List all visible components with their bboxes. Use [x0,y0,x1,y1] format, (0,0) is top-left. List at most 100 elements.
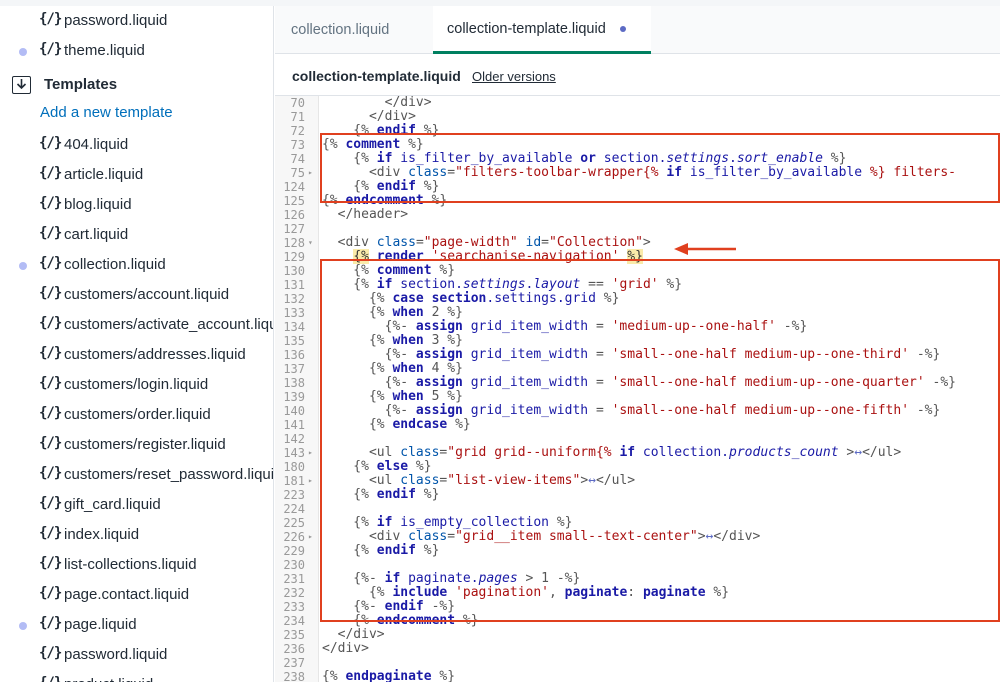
code-token: "list-view-items" [447,473,581,488]
line-number: 137 [283,362,305,376]
line-number: 238 [283,670,305,682]
file-item[interactable]: {/}product.liquid [0,670,273,682]
line-number: 231 [283,572,305,586]
code-text: {% comment %} [322,138,424,152]
fold-arrow-icon[interactable]: ▾ [308,236,313,250]
code-text: {%- assign grid_item_width = 'medium-up-… [322,320,808,334]
code-line: 224 [275,502,1000,516]
file-item[interactable]: {/} theme.liquid [0,36,273,66]
code-line: 129 {% render 'searchanise-navigation' %… [275,249,1000,264]
code-text: </div> [322,110,416,124]
code-token: class [376,235,416,250]
line-number: 134 [283,320,305,334]
code-token: 'pagination' [455,585,549,600]
file-item[interactable]: {/} collection.liquid [0,250,273,280]
code-token: = [541,235,549,250]
folder-templates[interactable]: Templates [0,70,273,100]
file-item[interactable]: {/} 404.liquid [0,130,273,160]
line-number: 75 [290,166,305,180]
line-number: 70 [290,96,305,110]
code-line: 229 {% endif %} [275,544,1000,559]
fold-arrow-icon[interactable]: ▸ [308,166,313,180]
fold-arrow-icon[interactable]: ▸ [308,474,313,488]
code-text: {% else %} [322,459,432,474]
code-text: {% render 'searchanise-navigation' %} [322,249,643,264]
add-template-link[interactable]: Add a new template [40,104,173,121]
code-token: > 1 -%} [517,571,581,586]
code-token: class [400,473,440,488]
file-item[interactable]: {/} list-collections.liquid [0,550,273,580]
file-item[interactable]: {/} customers/order.liquid [0,400,273,430]
code-token: %} [400,137,424,152]
tab-collection[interactable]: collection.liquid [291,6,389,54]
code-line: 237 [275,656,1000,670]
file-item[interactable]: {/} customers/reset_password.liquid [0,460,273,490]
code-token: <ul [322,445,401,460]
code-line: 234 {% endcomment %} [275,614,1000,629]
older-versions-link[interactable]: Older versions [472,69,556,84]
file-name: customers/order.liquid [64,406,211,423]
tab-label: collection.liquid [291,22,390,38]
code-area[interactable]: 70 </div> 71 </div> 72 {% endif %} 73 {% com… [275,96,1000,682]
code-token: grid_item_width [462,403,589,418]
code-line: 181 ▸ <ul class="list-view-items">↔</ul> [275,473,1000,489]
code-token: layout [533,277,581,292]
code-text: </div> [322,628,385,642]
file-item[interactable]: {/} page.liquid [0,610,273,640]
code-line: 75 ▸ <div class="filters-toolbar-wrapper{… [275,165,1000,181]
file-item[interactable]: {/} customers/register.liquid [0,430,273,460]
code-line: 70 </div> [275,96,1000,110]
code-line: 231 {%- if paginate.pages > 1 -%} [275,571,1000,587]
file-item[interactable]: {/} customers/login.liquid [0,370,273,400]
code-text: {% when 2 %} [322,306,463,320]
file-name: customers/addresses.liquid [64,346,246,363]
file-item[interactable]: {/} page.contact.liquid [0,580,273,610]
code-token: %} [415,123,440,138]
code-line: 233 {%- endif -%} [275,599,1000,615]
code-line: 136 {%- assign grid_item_width = 'small-… [275,348,1000,363]
code-text: <div class="grid__item small--text-cente… [322,530,760,544]
file-item[interactable]: {/} article.liquid [0,160,273,190]
line-number: 126 [283,208,305,222]
line-number: 234 [283,614,305,628]
line-number: 237 [283,656,305,670]
file-item[interactable]: {/} customers/addresses.liquid [0,340,273,370]
code-line: 132 {% case section.settings.grid %} [275,292,1000,307]
code-token: > [642,235,651,250]
tab-collection-template[interactable]: collection-template.liquid [433,6,651,54]
code-token: {% [322,515,377,530]
file-item[interactable]: {/} customers/activate_account.liquid [0,310,273,340]
file-item[interactable]: {/} blog.liquid [0,190,273,220]
code-text: {% include 'pagination', paginate: pagin… [322,586,729,600]
fold-arrow-icon[interactable]: ▸ [308,446,313,460]
code-token: {% [353,249,369,264]
file-item[interactable]: {/} gift_card.liquid [0,490,273,520]
code-token: comment [376,263,432,278]
file-item[interactable]: {/} customers/account.liquid [0,280,273,310]
file-item[interactable]: {/} cart.liquid [0,220,273,250]
code-line: 138 {%- assign grid_item_width = 'small-… [275,376,1000,391]
line-number: 236 [283,642,305,656]
code-text: {% endcase %} [322,418,471,432]
code-token: "page-width" [423,235,518,250]
fold-arrow-icon[interactable]: ▸ [308,530,313,544]
file-item[interactable]: {/} index.liquid [0,520,273,550]
code-token: endpaginate [345,669,432,682]
code-token: endif [376,123,416,138]
file-item[interactable]: {/} password.liquid [0,640,273,670]
file-item[interactable]: {/} password.liquid [0,6,273,36]
code-line: 235 </div> [275,628,1000,643]
code-token: sort_enable [736,151,823,166]
code-text: {%- assign grid_item_width = 'small--one… [322,376,956,390]
code-token: endif [384,599,424,614]
code-token: "filters-toolbar-wrapper{% [455,165,667,180]
annotation-arrow-icon [674,243,736,255]
code-token: {% [322,263,377,278]
line-number: 232 [283,586,305,600]
line-number: 226 [283,530,305,544]
code-line: 137 {% when 4 %} [275,361,1000,377]
code-token: %} [408,459,432,474]
code-token: when [392,361,424,376]
code-token: {%- [322,599,385,614]
line-number: 124 [283,180,305,194]
